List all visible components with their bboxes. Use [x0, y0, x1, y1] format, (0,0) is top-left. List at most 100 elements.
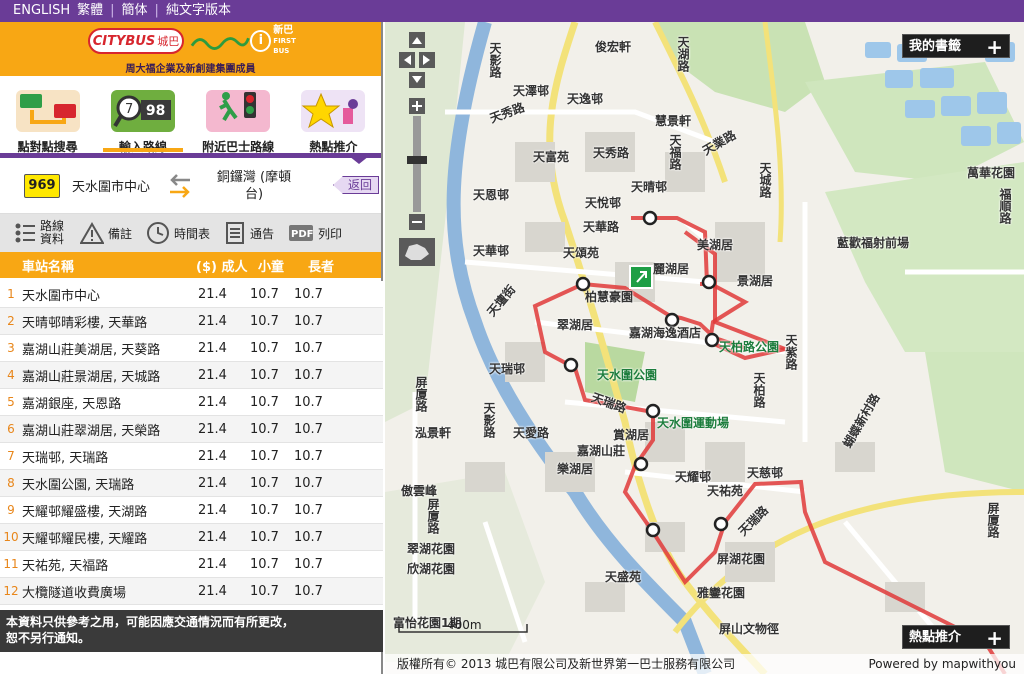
clock-icon [147, 222, 170, 244]
table-row[interactable]: 5 嘉湖銀座, 天恩路 21.4 10.7 10.7 [0, 389, 383, 416]
map-label: 天柏路公園 [719, 340, 780, 354]
adult-fare: 21.4 [198, 448, 227, 464]
map-canvas [385, 22, 1024, 674]
language-bar: ENGLISH 繁體 | 簡体 | 純文字版本 [0, 0, 1024, 22]
document-icon [226, 222, 245, 244]
map-label: 俊宏軒 [595, 40, 632, 54]
tagline: 周大福企業及新創建集團成員 [125, 64, 256, 75]
stop-name: 天水圍公園, 天瑞路 [22, 477, 135, 493]
timetable-button[interactable]: 時間表 [146, 221, 210, 245]
map-label: 柏慧豪園 [585, 290, 634, 304]
map-label: 藍歡福射前場 [837, 236, 910, 250]
table-row[interactable]: 2 天晴邨晴彩樓, 天華路 21.4 10.7 10.7 [0, 308, 383, 335]
stop-name: 嘉湖銀座, 天恩路 [22, 396, 122, 412]
stop-index: 7 [7, 449, 15, 463]
map-label: 屏廈路 [986, 502, 1000, 538]
nav-point-to-point[interactable]: 點對點搜尋 [0, 76, 95, 158]
table-row[interactable]: 11 天祐苑, 天福路 21.4 10.7 10.7 [0, 551, 383, 578]
stop-index: 3 [7, 341, 15, 355]
adult-fare: 21.4 [198, 394, 227, 410]
map-label: 天盛苑 [605, 570, 642, 584]
stop-name: 大欖隧道收費廣場 [22, 585, 127, 601]
stop-index: 6 [7, 422, 15, 436]
nav-enter-route[interactable]: 7 98 輸入路線 [95, 76, 190, 158]
table-row[interactable]: 8 天水圍公園, 天瑞路 21.4 10.7 10.7 [0, 470, 383, 497]
list-icon [15, 223, 35, 243]
map-label: 屏廈路 [426, 498, 440, 534]
pdf-icon: PDF [289, 225, 314, 241]
pan-control [399, 32, 435, 88]
map-label: 傲雲峰 [401, 484, 438, 498]
map-label: 欣湖花園 [407, 562, 456, 576]
nav-nearby-routes[interactable]: 附近巴士路線 [191, 76, 286, 158]
star-icon [301, 90, 366, 132]
stop-name: 嘉湖山莊景湖居, 天城路 [22, 369, 161, 385]
map-label: 天澤邨 [513, 84, 550, 98]
zoom-control [399, 32, 435, 272]
logo-bar: CITYBUS 城巴 i 新巴 FIRST BUS 周大福企業及新創建集團成員 [0, 22, 381, 76]
lang-separator: | [110, 3, 115, 18]
direction-swap-icon[interactable] [168, 173, 192, 199]
lang-english-link[interactable]: ENGLISH [13, 0, 70, 22]
stop-name: 天水圍市中心 [22, 288, 101, 304]
map-label: 天影路 [488, 42, 502, 78]
senior-fare: 10.7 [294, 421, 323, 437]
table-row[interactable]: 12 大欖隧道收費廣場 21.4 10.7 10.7 [0, 578, 383, 605]
stop-name: 嘉湖山莊美湖居, 天葵路 [22, 342, 161, 358]
remarks-button[interactable]: 備註 [80, 222, 132, 244]
table-row[interactable]: 10 天耀邨耀民樓, 天耀路 21.4 10.7 10.7 [0, 524, 383, 551]
column-adult: ($) 成人 [196, 259, 248, 275]
route-map[interactable]: 俊宏軒 天澤邨 天逸邨 天秀路 天富苑 天秀路 慧景軒 天業路 天晴邨 天悅邨 … [385, 22, 1024, 674]
route-info-button[interactable]: 路線資料 [14, 220, 66, 246]
table-row[interactable]: 9 天耀邨耀盛樓, 天湖路 21.4 10.7 10.7 [0, 497, 383, 524]
senior-fare: 10.7 [294, 475, 323, 491]
table-row[interactable]: 3 嘉湖山莊美湖居, 天葵路 21.4 10.7 10.7 [0, 335, 383, 362]
table-row[interactable]: 4 嘉湖山莊景湖居, 天城路 21.4 10.7 10.7 [0, 362, 383, 389]
map-label: 天湖路 [676, 36, 690, 72]
map-label: 天華路 [583, 220, 620, 234]
notice-button[interactable]: 通告 [224, 221, 274, 245]
plus-icon: + [986, 626, 1003, 650]
child-fare: 10.7 [250, 502, 279, 518]
map-label: 雅鑾花園 [697, 586, 746, 600]
stop-index: 10 [3, 530, 19, 544]
senior-fare: 10.7 [294, 286, 323, 302]
senior-fare: 10.7 [294, 556, 323, 572]
senior-fare: 10.7 [294, 502, 323, 518]
senior-fare: 10.7 [294, 448, 323, 464]
hotspot-button[interactable]: 熱點推介 + [902, 625, 1010, 650]
child-fare: 10.7 [250, 475, 279, 491]
map-label: 天福路 [668, 134, 682, 170]
print-button[interactable]: PDF 列印 [288, 222, 342, 244]
stop-name: 天祐苑, 天福路 [22, 558, 109, 574]
map-label: 天城路 [758, 162, 772, 198]
map-label: 賞湖居 [613, 428, 650, 442]
stop-index: 2 [7, 314, 15, 328]
stop-index: 12 [3, 584, 19, 598]
svg-text:7: 7 [125, 102, 133, 117]
table-row[interactable]: 1 天水圍市中心 21.4 10.7 10.7 [0, 281, 383, 308]
map-label: 天影路 [482, 402, 496, 438]
lang-traditional-link[interactable]: 繁體 [77, 0, 103, 22]
adult-fare: 21.4 [198, 475, 227, 491]
map-label: 天慈邨 [747, 466, 784, 480]
adult-fare: 21.4 [198, 286, 227, 302]
child-fare: 10.7 [250, 286, 279, 302]
nav-hotspots[interactable]: 熱點推介 [286, 76, 381, 158]
map-label: 翠湖花園 [407, 542, 456, 556]
back-button[interactable]: 返回 [333, 176, 379, 194]
firstbus-logo[interactable]: i 新巴 FIRST BUS [190, 26, 312, 55]
citybus-logo[interactable]: CITYBUS 城巴 [88, 28, 184, 54]
bookmark-button[interactable]: 我的書籤 + [902, 34, 1010, 59]
senior-fare: 10.7 [294, 340, 323, 356]
text-only-link[interactable]: 純文字版本 [166, 0, 231, 22]
stop-index: 1 [7, 287, 15, 301]
table-row[interactable]: 6 嘉湖山莊翠湖居, 天榮路 21.4 10.7 10.7 [0, 416, 383, 443]
firstbus-i-icon: i [250, 30, 272, 52]
stop-name: 嘉湖山莊翠湖居, 天榮路 [22, 423, 161, 439]
lang-simplified-link[interactable]: 簡体 [122, 0, 148, 22]
map-label: 麗湖居 [653, 262, 690, 276]
table-row[interactable]: 7 天瑞邨, 天瑞路 21.4 10.7 10.7 [0, 443, 383, 470]
plus-icon: + [986, 35, 1003, 59]
stop-index: 5 [7, 395, 15, 409]
